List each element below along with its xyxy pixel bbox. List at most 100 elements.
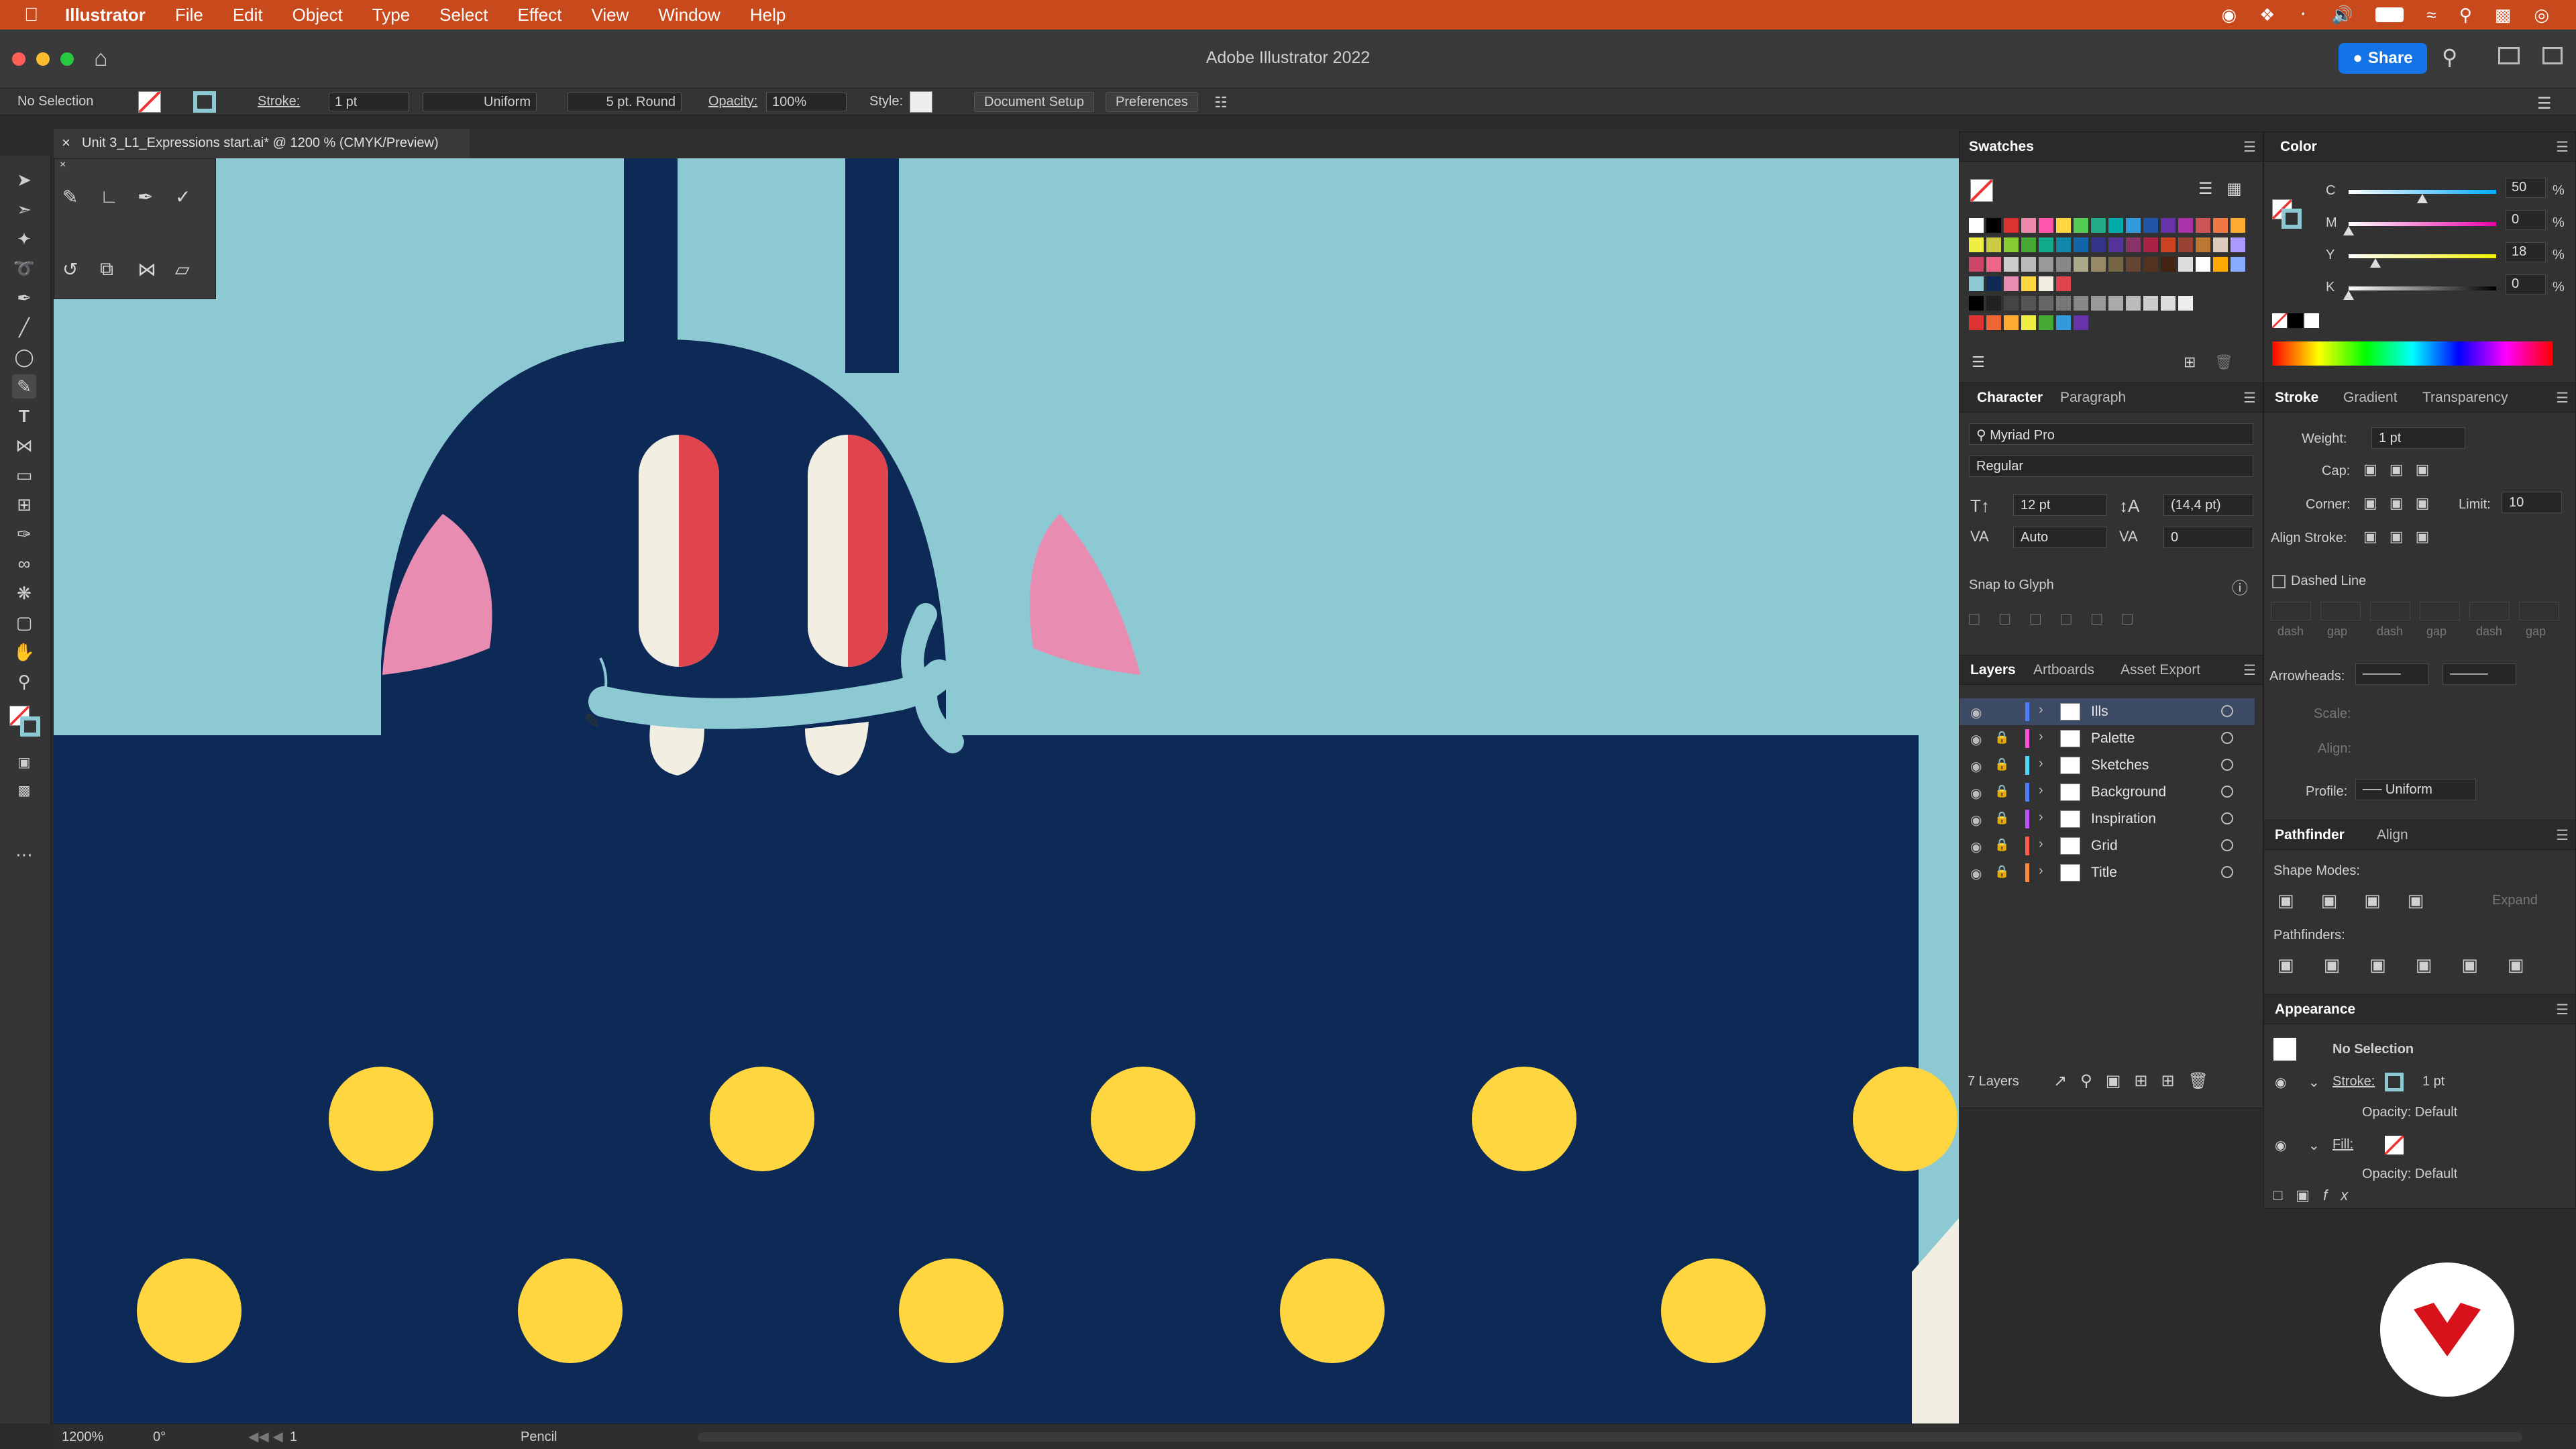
swatch[interactable] bbox=[2004, 315, 2019, 330]
swatch[interactable] bbox=[2091, 237, 2106, 252]
tab-layers[interactable]: Layers bbox=[1970, 662, 2016, 678]
swatch[interactable] bbox=[2074, 257, 2088, 272]
opacity-field[interactable]: 100% bbox=[766, 93, 847, 111]
minimize-window-button[interactable] bbox=[36, 52, 50, 66]
swatch[interactable] bbox=[2178, 237, 2193, 252]
menu-type[interactable]: Type bbox=[372, 5, 410, 25]
swatch[interactable] bbox=[2161, 257, 2176, 272]
style-swatch[interactable] bbox=[910, 91, 932, 113]
width-icon[interactable]: ⋈ bbox=[12, 433, 36, 458]
ellipse-icon[interactable]: ◯ bbox=[12, 345, 36, 369]
panel-menu-icon[interactable]: ☰ bbox=[2556, 390, 2569, 407]
eye-icon[interactable]: ◉ bbox=[1970, 812, 1982, 828]
swatch[interactable] bbox=[2004, 218, 2019, 233]
chevron-down-icon[interactable]: ⌄ bbox=[2308, 1137, 2320, 1154]
type-icon[interactable]: T bbox=[12, 404, 36, 428]
lasso-icon[interactable]: ➰ bbox=[12, 256, 36, 280]
swatch[interactable] bbox=[2039, 296, 2053, 311]
panel-menu-icon[interactable]: ☰ bbox=[2556, 1002, 2569, 1018]
tab-transparency[interactable]: Transparency bbox=[2422, 390, 2508, 406]
dash-field[interactable] bbox=[2370, 602, 2410, 621]
eye-icon[interactable]: ◉ bbox=[2275, 1137, 2286, 1154]
blend-icon[interactable]: ∞ bbox=[12, 551, 36, 576]
document-setup-button[interactable]: Document Setup bbox=[974, 92, 1094, 112]
target-icon[interactable] bbox=[2221, 759, 2233, 771]
panel-menu-icon[interactable]: ☰ bbox=[2556, 139, 2569, 156]
zoom-window-button[interactable] bbox=[60, 52, 74, 66]
swatch[interactable] bbox=[2004, 296, 2019, 311]
layer-name[interactable]: Background bbox=[2091, 784, 2166, 800]
swatch[interactable] bbox=[2108, 257, 2123, 272]
lock-icon[interactable]: 🔒 bbox=[1994, 865, 2009, 879]
swatch[interactable] bbox=[2108, 237, 2123, 252]
arrange-documents-icon[interactable] bbox=[2498, 47, 2520, 64]
magic-wand-icon[interactable]: ✦ bbox=[12, 227, 36, 251]
tracking-field[interactable]: 0 bbox=[2163, 527, 2253, 548]
slider-handle[interactable] bbox=[2343, 226, 2354, 235]
eye-icon[interactable]: ◉ bbox=[1970, 785, 1982, 802]
swatch[interactable] bbox=[2056, 315, 2071, 330]
menu-edit[interactable]: Edit bbox=[233, 5, 263, 25]
hand-icon[interactable]: ✋ bbox=[12, 640, 36, 664]
swatch[interactable] bbox=[2056, 276, 2071, 291]
channel-value[interactable]: 0 bbox=[2506, 274, 2546, 294]
tab-gradient[interactable]: Gradient bbox=[2343, 390, 2398, 406]
tab-asset-export[interactable]: Asset Export bbox=[2121, 662, 2200, 678]
chevron-right-icon[interactable]: › bbox=[2039, 837, 2043, 852]
swatch[interactable] bbox=[2021, 218, 2036, 233]
anchor-point-icon[interactable]: ∟ bbox=[100, 186, 118, 207]
target-icon[interactable] bbox=[2221, 812, 2233, 824]
swatch[interactable] bbox=[2056, 296, 2071, 311]
corner-buttons[interactable]: ▣▣▣ bbox=[2363, 494, 2441, 512]
panel-menu-icon[interactable]: ☰ bbox=[2556, 827, 2569, 844]
layer-name[interactable]: Inspiration bbox=[2091, 811, 2156, 827]
appearance-opacity-1[interactable]: Opacity: Default bbox=[2362, 1105, 2457, 1120]
kerning-field[interactable]: Auto bbox=[2013, 527, 2107, 548]
swatches-tab[interactable]: Swatches bbox=[1969, 139, 2034, 155]
appearance-stroke-label[interactable]: Stroke: bbox=[2332, 1074, 2375, 1089]
menu-app[interactable]: Illustrator bbox=[65, 5, 146, 25]
close-window-button[interactable] bbox=[12, 52, 25, 66]
swatch[interactable] bbox=[2143, 218, 2158, 233]
layer-name[interactable]: Title bbox=[2091, 865, 2117, 881]
panel-close-icon[interactable]: × bbox=[60, 159, 66, 171]
home-icon[interactable]: ⌂ bbox=[94, 46, 108, 72]
swatch[interactable] bbox=[2231, 257, 2245, 272]
fill-stroke-indicator[interactable] bbox=[9, 706, 42, 738]
layer-row[interactable]: ◉ 🔒 › Background bbox=[1960, 779, 2255, 806]
swatch[interactable] bbox=[2056, 237, 2071, 252]
tab-character[interactable]: Character bbox=[1977, 390, 2043, 406]
target-icon[interactable] bbox=[2221, 705, 2233, 717]
swatch[interactable] bbox=[2231, 237, 2245, 252]
swatch[interactable] bbox=[2021, 296, 2036, 311]
swatch[interactable] bbox=[2126, 218, 2141, 233]
appearance-opacity-2[interactable]: Opacity: Default bbox=[2362, 1167, 2457, 1182]
stroke-box[interactable] bbox=[20, 716, 40, 737]
chevron-right-icon[interactable]: › bbox=[2039, 702, 2043, 718]
brush-definition[interactable]: 5 pt. Round bbox=[568, 93, 682, 111]
swatch[interactable] bbox=[2056, 257, 2071, 272]
swatch[interactable] bbox=[2021, 315, 2036, 330]
swatch[interactable] bbox=[2213, 257, 2228, 272]
swatch[interactable] bbox=[2143, 296, 2158, 311]
search-icon[interactable]: ⚲ bbox=[2442, 44, 2457, 70]
wifi-icon[interactable]: ≈ bbox=[2426, 5, 2436, 25]
more-tools-icon[interactable]: ⋯ bbox=[12, 843, 36, 867]
swatch-library-icon[interactable]: ☰ bbox=[1972, 354, 1985, 371]
rotate-icon[interactable]: ↺ bbox=[62, 258, 78, 280]
control-center-icon[interactable]: ▩ bbox=[2495, 5, 2512, 25]
slider-handle[interactable] bbox=[2343, 290, 2354, 300]
swatch[interactable] bbox=[2074, 296, 2088, 311]
color-none[interactable] bbox=[2272, 313, 2287, 328]
dash-field[interactable] bbox=[2420, 602, 2460, 621]
arrange-icon[interactable]: ☷ bbox=[1214, 94, 1228, 111]
swatch[interactable] bbox=[1969, 257, 1984, 272]
appearance-tab[interactable]: Appearance bbox=[2275, 1002, 2355, 1018]
swatch[interactable] bbox=[2161, 296, 2176, 311]
layer-row[interactable]: ◉ 🔒 › Title bbox=[1960, 859, 2255, 886]
layer-row[interactable]: ◉ › Ills bbox=[1960, 698, 2255, 725]
rotation-angle[interactable]: 0° bbox=[153, 1430, 166, 1445]
swatch[interactable] bbox=[2074, 237, 2088, 252]
limit-field[interactable]: 10 bbox=[2502, 492, 2562, 513]
lock-icon[interactable]: 🔒 bbox=[1994, 784, 2009, 798]
